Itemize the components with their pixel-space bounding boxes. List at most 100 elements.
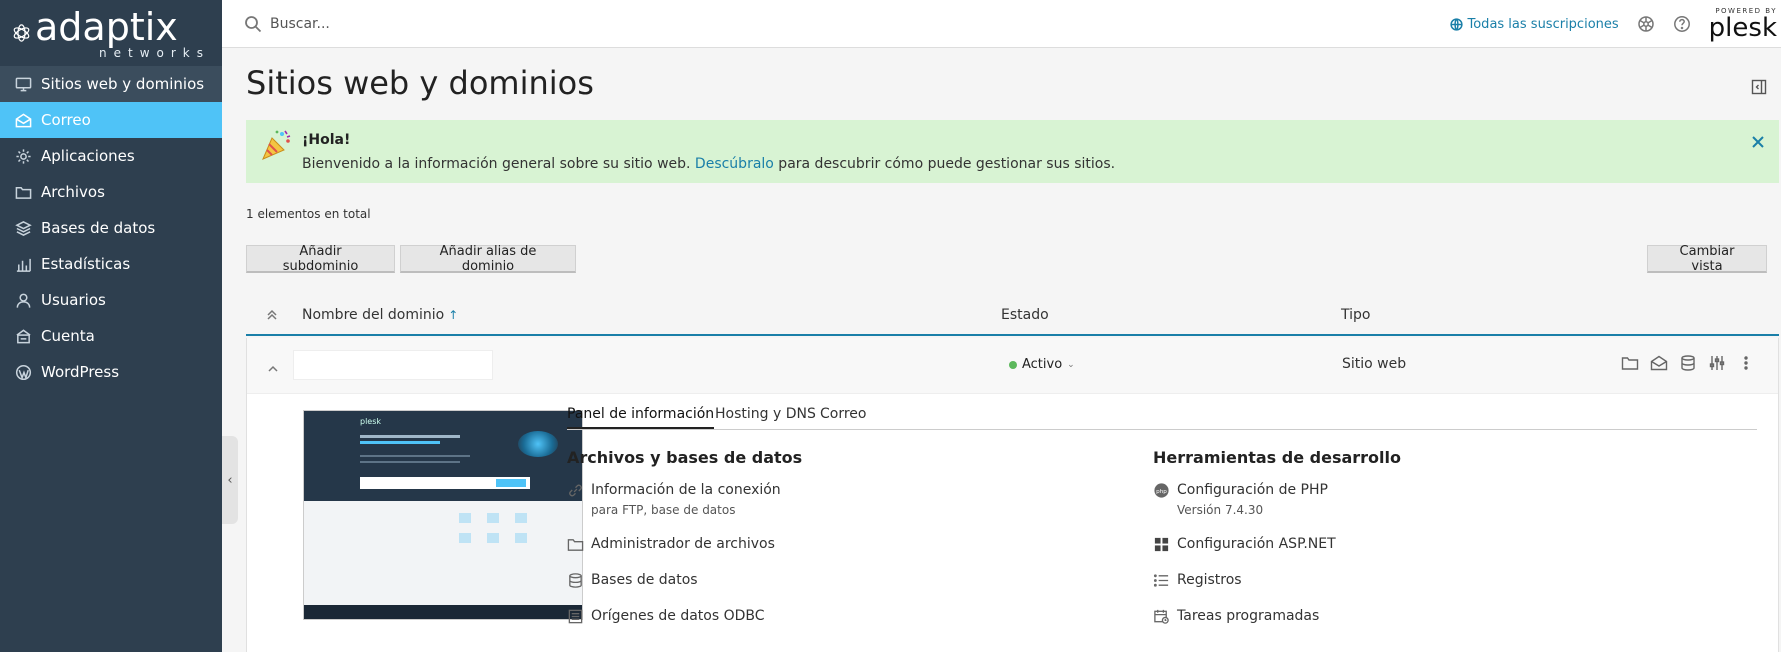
aspnet-settings-link[interactable]: Configuración ASP.NET — [1153, 536, 1336, 554]
tab-mail[interactable]: Correo — [820, 406, 866, 427]
domain-name-link[interactable] — [293, 350, 493, 380]
thumbnail-footer — [304, 605, 582, 619]
more-vertical-icon[interactable] — [1737, 354, 1755, 372]
sidebar-item-wordpress[interactable]: WordPress — [0, 354, 222, 390]
thumbnail-tile — [487, 513, 499, 523]
panel-toggle-icon[interactable] — [1751, 79, 1767, 95]
odbc-icon — [567, 608, 585, 626]
file-manager-label: Administrador de archivos — [591, 536, 775, 552]
sidebar-item-statistics[interactable]: Estadísticas — [0, 246, 222, 282]
sidebar-item-label: Bases de datos — [41, 219, 156, 237]
php-settings-link[interactable]: php Configuración de PHP Versión 7.4.30 — [1153, 482, 1328, 517]
detail-tabs: Panel de información Hosting y DNS Corre… — [567, 404, 1757, 430]
column-state[interactable]: Estado — [1001, 307, 1049, 323]
list-icon — [1153, 572, 1171, 590]
windows-icon — [1153, 536, 1171, 554]
thumbnail-line — [360, 455, 470, 457]
php-version: Versión 7.4.30 — [1177, 503, 1264, 517]
sidebar-item-applications[interactable]: Aplicaciones — [0, 138, 222, 174]
files-section-title: Archivos y bases de datos — [567, 448, 803, 467]
banner-message-text-end: para descubrir cómo puede gestionar sus … — [773, 156, 1116, 172]
status-dot — [1009, 360, 1017, 369]
collapse-all-icon[interactable] — [266, 309, 278, 321]
calendar-clock-icon — [1153, 608, 1171, 626]
folder-icon[interactable] — [1621, 354, 1639, 372]
banner-greeting: ¡Hola! — [302, 132, 351, 148]
banner-message-text: Bienvenido a la información general sobr… — [302, 156, 695, 172]
discover-link[interactable]: Descúbralo — [695, 156, 774, 172]
sidebar-item-label: Sitios web y dominios — [41, 75, 205, 93]
add-domain-alias-button[interactable]: Añadir alias de dominio — [400, 244, 576, 274]
thumbnail-illustration — [518, 431, 558, 457]
sidebar-item-label: WordPress — [41, 363, 120, 381]
sidebar-item-label: Estadísticas — [41, 255, 131, 273]
adaptix-logo-icon — [13, 24, 30, 42]
table-row: Activo ⌄ Sitio web plesk Panel de inform… — [246, 338, 1779, 652]
sidebar-item-websites[interactable]: Sitios web y dominios — [0, 66, 222, 102]
database-icon[interactable] — [1679, 354, 1697, 372]
help-icon[interactable] — [1673, 15, 1691, 33]
website-preview-thumbnail[interactable]: plesk — [303, 410, 583, 620]
topbar: Todas las suscripciones POWERED BY plesk — [222, 0, 1781, 48]
search-box — [244, 15, 1344, 33]
plesk-logo: plesk — [1708, 12, 1777, 43]
connection-info-link[interactable]: Información de la conexión para FTP, base… — [567, 482, 781, 517]
thumbnail-logo: plesk — [360, 417, 382, 426]
sidebar-item-label: Cuenta — [41, 327, 95, 345]
sidebar-item-users[interactable]: Usuarios — [0, 282, 222, 318]
sidebar-item-label: Aplicaciones — [41, 147, 135, 165]
brand-tagline: networks — [99, 45, 210, 60]
file-manager-link[interactable]: Administrador de archivos — [567, 536, 775, 554]
sidebar-collapse-handle[interactable]: ‹ — [222, 436, 238, 524]
gear-icon — [14, 147, 32, 165]
svg-text:php: php — [1156, 489, 1167, 495]
chevron-left-icon: ‹ — [227, 472, 233, 488]
thumbnail-tile — [459, 533, 471, 543]
thumbnail-line — [360, 441, 440, 444]
chevron-up-icon[interactable] — [267, 360, 279, 372]
brand-name: adaptix — [35, 4, 178, 49]
search-input[interactable] — [270, 15, 670, 32]
all-subscriptions-link[interactable]: Todas las suscripciones — [1449, 17, 1619, 32]
databases-link[interactable]: Bases de datos — [567, 572, 698, 590]
total-count: 1 elementos en total — [246, 207, 371, 221]
account-icon — [14, 327, 32, 345]
database-icon — [14, 219, 32, 237]
community-icon[interactable] — [1637, 15, 1655, 33]
add-subdomain-button[interactable]: Añadir subdominio — [246, 244, 395, 274]
connection-info-sub: para FTP, base de datos — [591, 503, 736, 517]
sidebar-item-mail[interactable]: Correo — [0, 102, 222, 138]
user-icon — [14, 291, 32, 309]
bar-chart-icon — [14, 255, 32, 273]
logs-link[interactable]: Registros — [1153, 572, 1242, 590]
scheduled-tasks-link[interactable]: Tareas programadas — [1153, 608, 1319, 626]
column-domain-name-label: Nombre del dominio — [302, 307, 445, 323]
banner-message: Bienvenido a la información general sobr… — [302, 156, 1115, 172]
plesk-brand: POWERED BY plesk — [1708, 7, 1777, 43]
tab-dashboard[interactable]: Panel de información — [567, 406, 715, 429]
scheduled-tasks-label: Tareas programadas — [1177, 608, 1320, 624]
thumbnail-input — [360, 477, 530, 489]
connection-info-label: Información de la conexión — [591, 482, 781, 498]
brand-logo[interactable]: adaptix networks — [0, 0, 222, 66]
mail-icon[interactable] — [1650, 354, 1668, 372]
sidebar-item-account[interactable]: Cuenta — [0, 318, 222, 354]
column-type[interactable]: Tipo — [1341, 307, 1370, 323]
row-actions — [1621, 354, 1755, 372]
column-domain-name[interactable]: Nombre del dominio ↑ — [302, 307, 458, 323]
sidebar-item-files[interactable]: Archivos — [0, 174, 222, 210]
sidebar-item-label: Archivos — [41, 183, 105, 201]
close-icon[interactable] — [1751, 134, 1765, 148]
database-icon — [567, 572, 585, 590]
change-view-button[interactable]: Cambiar vista — [1647, 244, 1767, 274]
tab-hosting-dns[interactable]: Hosting y DNS — [715, 406, 816, 427]
sidebar-item-label: Usuarios — [41, 291, 106, 309]
status-label: Activo — [1022, 357, 1063, 372]
odbc-link[interactable]: Orígenes de datos ODBC — [567, 608, 765, 626]
sidebar-item-databases[interactable]: Bases de datos — [0, 210, 222, 246]
settings-sliders-icon[interactable] — [1708, 354, 1726, 372]
status-badge[interactable]: Activo ⌄ — [1009, 357, 1075, 372]
dev-tools-section-title: Herramientas de desarrollo — [1153, 448, 1401, 467]
domain-type: Sitio web — [1342, 356, 1407, 372]
sort-asc-icon: ↑ — [448, 308, 459, 322]
